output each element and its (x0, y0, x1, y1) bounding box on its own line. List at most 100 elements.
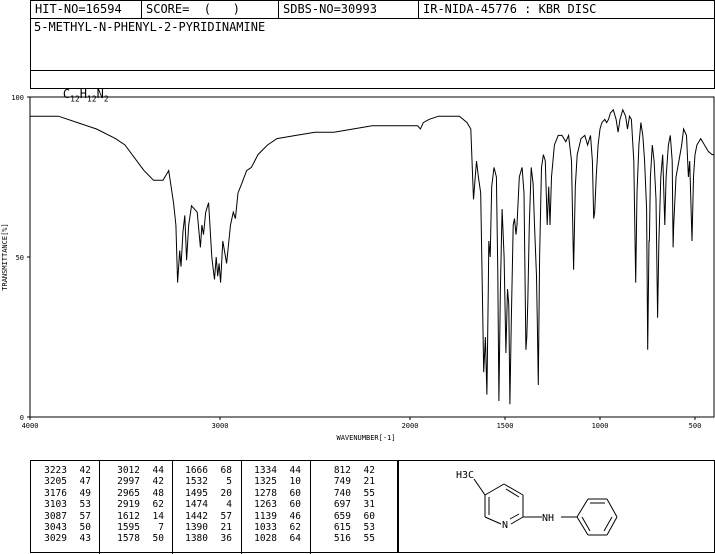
peak-row: 516 55 (321, 533, 375, 544)
peak-transmittance: 7 (158, 522, 164, 534)
peak-wavenumber: 2965 (117, 487, 140, 499)
peak-wavenumber: 2919 (117, 499, 140, 511)
peak-row: 1532 5 (178, 476, 232, 487)
peak-wavenumber: 3029 (44, 533, 67, 545)
peak-transmittance: 62 (152, 499, 164, 511)
x-axis-label: WAVENUMBER[-1] (336, 434, 395, 442)
column-divider (172, 461, 173, 554)
peak-row: 812 42 (321, 465, 375, 476)
peak-column-5: 812 42 749 21 740 55 697 31 659 60 615 53 516 55 (321, 465, 375, 545)
peak-transmittance: 4 (226, 499, 232, 511)
peak-row: 3087 57 (37, 511, 91, 522)
peak-wavenumber: 1578 (117, 533, 140, 545)
peak-wavenumber: 3043 (44, 522, 67, 534)
ir-spectrum-chart: 0 50 100 4000 3000 2000 1500 1000 500 WAVENUMBE… (1, 94, 715, 442)
peak-wavenumber: 3087 (44, 510, 67, 522)
peak-transmittance: 36 (220, 533, 232, 545)
x-tick-label: 1000 (592, 422, 609, 430)
peak-row: 1495 20 (178, 488, 232, 499)
peak-transmittance: 60 (289, 487, 301, 499)
peak-wavenumber: 3012 (117, 465, 140, 476)
peak-transmittance: 43 (79, 533, 91, 545)
y-axis-label: TRANSMITTANCE[%] (1, 223, 9, 290)
peak-wavenumber: 615 (333, 522, 351, 534)
peak-transmittance: 57 (220, 510, 232, 522)
x-tick-label: 4000 (22, 422, 39, 430)
peak-transmittance: 44 (289, 465, 301, 476)
peak-wavenumber: 1390 (185, 522, 208, 534)
peak-row: 1612 14 (110, 511, 164, 522)
peak-transmittance: 21 (363, 476, 375, 488)
peak-table: 3223 42 3205 47 3176 49 3103 53 3087 57 3043 50 3029… (30, 460, 398, 554)
peak-column-4: 1334 44 1325 10 1278 60 1263 60 1139 46 1033 62 1028… (247, 465, 301, 545)
peak-wavenumber: 1033 (254, 522, 277, 534)
peak-row: 3205 47 (37, 476, 91, 487)
peak-wavenumber: 516 (333, 533, 351, 545)
peak-column-1: 3223 42 3205 47 3176 49 3103 53 3087 57 3043 50 3029… (37, 465, 91, 545)
peak-wavenumber: 3103 (44, 499, 67, 511)
structure-box: H3C N NH (398, 460, 715, 553)
peak-row: 1380 36 (178, 533, 232, 544)
peak-row: 3176 49 (37, 488, 91, 499)
peak-transmittance: 50 (152, 533, 164, 545)
spectrum-series-line (30, 108, 714, 405)
peak-transmittance: 53 (79, 499, 91, 511)
peak-row: 1390 21 (178, 522, 232, 533)
peak-row: 1666 68 (178, 465, 232, 476)
peak-transmittance: 60 (289, 499, 301, 511)
peak-row: 1578 50 (110, 533, 164, 544)
peak-row: 1334 44 (247, 465, 301, 476)
peak-row: 2919 62 (110, 499, 164, 510)
peak-transmittance: 10 (289, 476, 301, 488)
peak-wavenumber: 740 (333, 487, 351, 499)
peak-row: 697 31 (321, 499, 375, 510)
peak-wavenumber: 1442 (185, 510, 208, 522)
y-axis-ticks: 0 50 100 (11, 94, 30, 422)
peak-column-3: 1666 68 1532 5 1495 20 1474 4 1442 57 1390 21 1380 36 (178, 465, 232, 545)
y-tick-label: 50 (16, 254, 24, 262)
peak-transmittance: 47 (79, 476, 91, 488)
peak-wavenumber: 1325 (254, 476, 277, 488)
peak-transmittance: 42 (363, 465, 375, 476)
peak-wavenumber: 1278 (254, 487, 277, 499)
peak-row: 1595 7 (110, 522, 164, 533)
peak-wavenumber: 1495 (185, 487, 208, 499)
peak-wavenumber: 3223 (44, 465, 67, 476)
peak-transmittance: 46 (289, 510, 301, 522)
peak-wavenumber: 1612 (117, 510, 140, 522)
column-divider (241, 461, 242, 554)
peak-transmittance: 55 (363, 533, 375, 545)
peak-row: 3043 50 (37, 522, 91, 533)
peak-wavenumber: 1028 (254, 533, 277, 545)
peak-row: 1278 60 (247, 488, 301, 499)
column-divider (310, 461, 311, 554)
peak-row: 3223 42 (37, 465, 91, 476)
peak-wavenumber: 659 (333, 510, 351, 522)
peak-transmittance: 31 (363, 499, 375, 511)
x-axis-ticks: 4000 3000 2000 1500 1000 500 (22, 417, 701, 430)
peak-wavenumber: 1334 (254, 465, 277, 476)
peak-transmittance: 64 (289, 533, 301, 545)
peak-wavenumber: 1474 (185, 499, 208, 511)
peak-row: 2965 48 (110, 488, 164, 499)
peak-transmittance: 55 (363, 487, 375, 499)
column-divider (99, 461, 100, 554)
peak-wavenumber: 1595 (117, 522, 140, 534)
peak-row: 1028 64 (247, 533, 301, 544)
peak-wavenumber: 812 (333, 465, 351, 476)
peak-row: 659 60 (321, 511, 375, 522)
molecular-structure-drawing: H3C N NH (456, 470, 618, 536)
pyridine-n-label: N (502, 520, 508, 531)
peak-row: 2997 42 (110, 476, 164, 487)
peak-wavenumber: 697 (333, 499, 351, 511)
peak-wavenumber: 3205 (44, 476, 67, 488)
x-tick-label: 2000 (402, 422, 419, 430)
peak-wavenumber: 1532 (185, 476, 208, 488)
peak-wavenumber: 749 (333, 476, 351, 488)
peak-transmittance: 21 (220, 522, 232, 534)
peak-wavenumber: 3176 (44, 487, 67, 499)
peak-wavenumber: 1139 (254, 510, 277, 522)
peak-transmittance: 44 (152, 465, 164, 476)
y-tick-label: 0 (20, 414, 24, 422)
peak-transmittance: 14 (152, 510, 164, 522)
